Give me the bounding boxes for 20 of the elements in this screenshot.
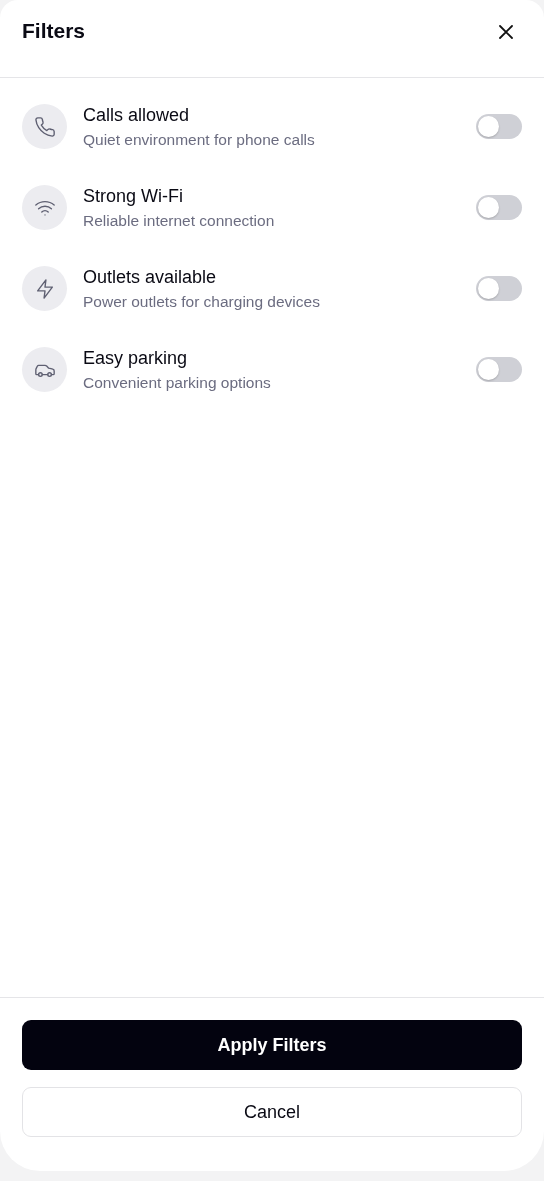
toggle-switch[interactable]: [476, 276, 522, 301]
phone-icon: [22, 104, 67, 149]
filter-description: Quiet environment for phone calls: [83, 130, 316, 149]
toggle-switch[interactable]: [476, 195, 522, 220]
filter-label: Strong Wi-Fi: [83, 185, 184, 207]
toggle-switch[interactable]: [476, 114, 522, 139]
car-icon: [22, 347, 67, 392]
filter-label: Outlets available: [83, 266, 218, 288]
filter-label: Calls allowed: [83, 104, 191, 126]
close-icon: [498, 24, 514, 40]
filter-description: Power outlets for charging devices: [83, 292, 321, 311]
apply-button[interactable]: Apply Filters: [22, 1020, 522, 1070]
wifi-icon: [22, 185, 67, 230]
sheet-title: Filters: [22, 19, 86, 43]
lightning-icon: [22, 266, 67, 311]
toggle-switch[interactable]: [476, 357, 522, 382]
filter-label: Easy parking: [83, 347, 189, 369]
cancel-button[interactable]: Cancel: [22, 1087, 522, 1137]
filter-description: Convenient parking options: [83, 373, 272, 392]
filter-description: Reliable internet connection: [83, 211, 276, 230]
